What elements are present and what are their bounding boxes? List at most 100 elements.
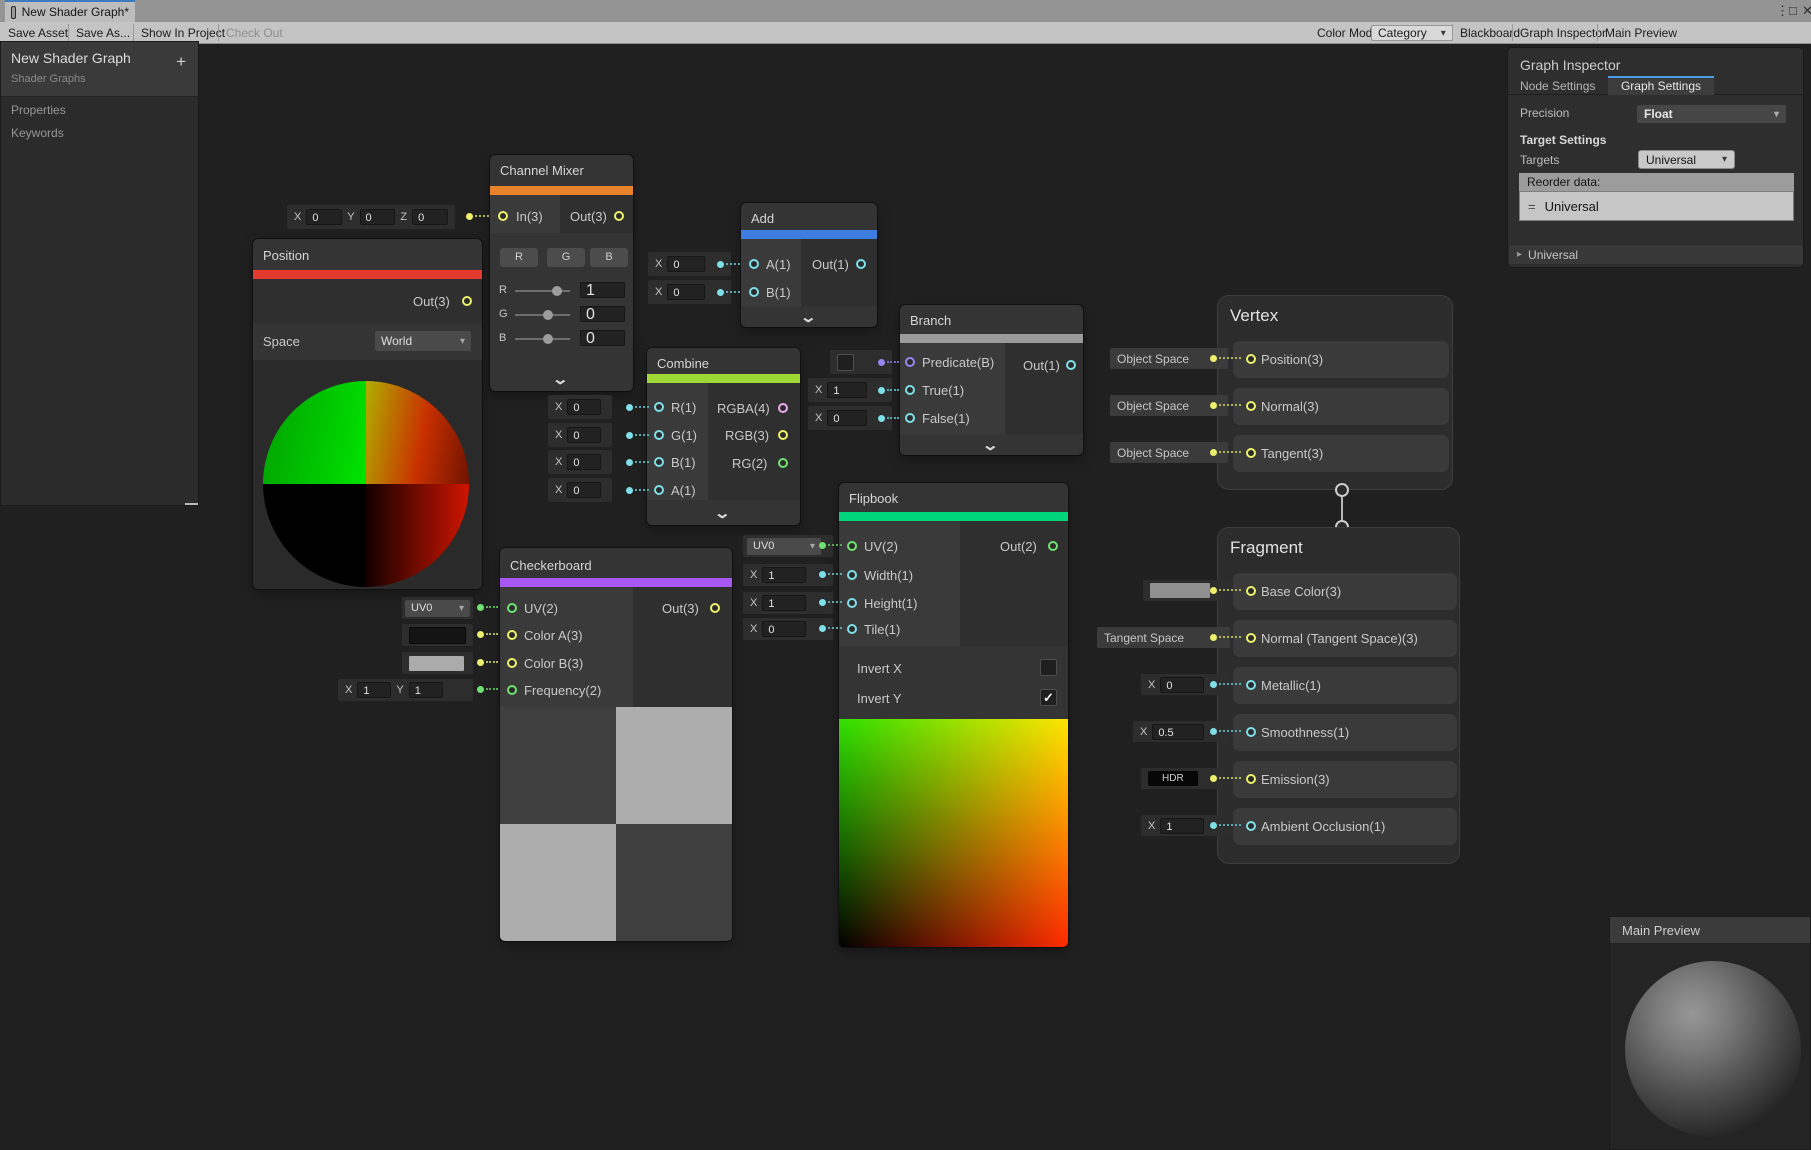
fragment-metallic-row[interactable]: Metallic(1)	[1233, 667, 1457, 704]
space-dropdown[interactable]: World ▾	[375, 331, 471, 351]
fragment-smoothness-row[interactable]: Smoothness(1)	[1233, 714, 1457, 751]
port-emission[interactable]	[1246, 774, 1256, 784]
vertex-position-row[interactable]: Position(3)	[1233, 341, 1449, 378]
port-smoothness[interactable]	[1246, 727, 1256, 737]
port-true[interactable]	[905, 385, 915, 395]
fragment-normal-row[interactable]: Normal (Tangent Space)(3)	[1233, 620, 1457, 657]
reorder-handle-icon[interactable]: =	[1528, 199, 1536, 214]
vertex-block[interactable]: Vertex Position(3) Normal(3) Tangent(3)	[1217, 295, 1453, 490]
fragment-base-color-row[interactable]: Base Color(3)	[1233, 573, 1457, 610]
base-color-swatch[interactable]	[1150, 583, 1210, 598]
x-field[interactable]: 0	[827, 410, 867, 426]
x-field[interactable]: 1	[762, 595, 806, 611]
port-base-color[interactable]	[1246, 586, 1256, 596]
fragment-ao-row[interactable]: Ambient Occlusion(1)	[1233, 808, 1457, 845]
show-in-project-button[interactable]: Show In Project	[141, 26, 225, 40]
channel-g-button[interactable]: G	[547, 248, 585, 267]
port-height[interactable]	[847, 598, 857, 608]
x-field[interactable]: 0	[762, 621, 806, 637]
port-metallic[interactable]	[1246, 680, 1256, 690]
main-preview-header[interactable]: Main Preview	[1610, 917, 1810, 944]
slider-b-handle[interactable]	[543, 334, 553, 344]
save-as-button[interactable]: Save As...	[76, 26, 130, 40]
x-field[interactable]: 0.5	[1152, 724, 1204, 740]
x-field[interactable]: 1	[827, 382, 867, 398]
node-flipbook[interactable]: Flipbook UV(2) Width(1) Height(1) Tile(1…	[839, 483, 1068, 947]
port-predicate[interactable]	[905, 357, 915, 367]
uv-channel-dropdown[interactable]: UV0 ▾	[747, 538, 821, 555]
precision-dropdown[interactable]: Float ▾	[1636, 104, 1787, 124]
uv-channel-dropdown[interactable]: UV0 ▾	[405, 600, 470, 617]
fragment-emission-row[interactable]: Emission(3)	[1233, 761, 1457, 798]
collapse-chevron-icon[interactable]: ⌄	[551, 370, 569, 388]
port-normal[interactable]	[1246, 401, 1256, 411]
port-ao[interactable]	[1246, 821, 1256, 831]
save-asset-button[interactable]: Save Asset	[8, 26, 68, 40]
x-field[interactable]: 0	[567, 427, 601, 443]
fragment-block[interactable]: Fragment Base Color(3) Normal (Tangent S…	[1217, 527, 1460, 864]
invert-x-checkbox[interactable]	[1040, 659, 1057, 676]
collapse-chevron-icon[interactable]: ⌄	[981, 436, 999, 454]
port-rgb[interactable]	[778, 430, 788, 440]
y-field[interactable]: 0	[360, 209, 396, 225]
color-mode-dropdown[interactable]: Category ▾	[1371, 25, 1453, 41]
y-field[interactable]: 1	[409, 682, 443, 698]
port-false[interactable]	[905, 413, 915, 423]
port-tile[interactable]	[847, 624, 857, 634]
channel-r-button[interactable]: R	[500, 248, 538, 267]
port-out[interactable]	[614, 211, 624, 221]
preview-sphere[interactable]	[1625, 961, 1801, 1137]
port-color-b[interactable]	[507, 658, 517, 668]
port-uv[interactable]	[847, 541, 857, 551]
color-b-swatch[interactable]	[409, 656, 464, 671]
tab-node-settings[interactable]: Node Settings	[1520, 79, 1595, 93]
x-field[interactable]: 1	[357, 682, 391, 698]
x-field[interactable]: 0	[1160, 677, 1204, 693]
port-a[interactable]	[654, 485, 664, 495]
port-uv[interactable]	[507, 603, 517, 613]
blackboard-resize-handle[interactable]	[185, 503, 198, 505]
node-add[interactable]: Add A(1) B(1) Out(1) ⌄	[741, 203, 877, 327]
port-b[interactable]	[654, 457, 664, 467]
port-normal-ts[interactable]	[1246, 633, 1256, 643]
vertex-out-connector[interactable]	[1335, 483, 1349, 497]
window-maximize-icon[interactable]: □	[1789, 2, 1797, 20]
collapse-chevron-icon[interactable]: ⌄	[713, 504, 731, 522]
port-color-a[interactable]	[507, 630, 517, 640]
x-field[interactable]: 1	[762, 567, 806, 583]
port-out[interactable]	[1066, 360, 1076, 370]
port-out[interactable]	[1048, 541, 1058, 551]
node-channel-mixer[interactable]: Channel Mixer In(3) Out(3) R G B R 1 G 0…	[490, 155, 633, 391]
port-frequency[interactable]	[507, 685, 517, 695]
port-r[interactable]	[654, 402, 664, 412]
invert-y-checkbox[interactable]: ✓	[1040, 689, 1057, 706]
x-field[interactable]: 0	[567, 399, 601, 415]
port-rg[interactable]	[778, 458, 788, 468]
tab-graph-settings[interactable]: Graph Settings	[1608, 76, 1714, 95]
x-field[interactable]: 0	[667, 284, 705, 300]
graph-inspector-toggle-button[interactable]: Graph Inspector	[1520, 26, 1606, 40]
x-field[interactable]: 1	[1160, 818, 1204, 834]
node-checkerboard[interactable]: Checkerboard UV(2) Color A(3) Color B(3)…	[500, 548, 732, 941]
hdr-color-field[interactable]: HDR	[1148, 771, 1198, 786]
port-in[interactable]	[498, 211, 508, 221]
node-combine[interactable]: Combine R(1) G(1) B(1) A(1) RGBA(4) RGB(…	[647, 348, 800, 525]
main-preview-toggle-button[interactable]: Main Preview	[1605, 26, 1677, 40]
port-a[interactable]	[749, 259, 759, 269]
targets-dropdown[interactable]: Universal ▾	[1638, 150, 1735, 169]
slider-r-value-field[interactable]: 1	[580, 282, 625, 298]
window-menu-icon[interactable]: ⋮	[1776, 2, 1789, 20]
port-width[interactable]	[847, 570, 857, 580]
node-position[interactable]: Position Out(3) Space World ▾	[253, 239, 482, 589]
port-tangent[interactable]	[1246, 448, 1256, 458]
port-g[interactable]	[654, 430, 664, 440]
x-field[interactable]: 0	[567, 454, 601, 470]
port-position[interactable]	[1246, 354, 1256, 364]
slider-g-handle[interactable]	[543, 310, 553, 320]
port-b[interactable]	[749, 287, 759, 297]
port-out[interactable]	[710, 603, 720, 613]
x-field[interactable]: 0	[667, 256, 705, 272]
reorder-item-universal[interactable]: = Universal	[1519, 191, 1794, 221]
port-out[interactable]	[856, 259, 866, 269]
universal-foldout[interactable]: ▸ Universal	[1509, 244, 1803, 264]
